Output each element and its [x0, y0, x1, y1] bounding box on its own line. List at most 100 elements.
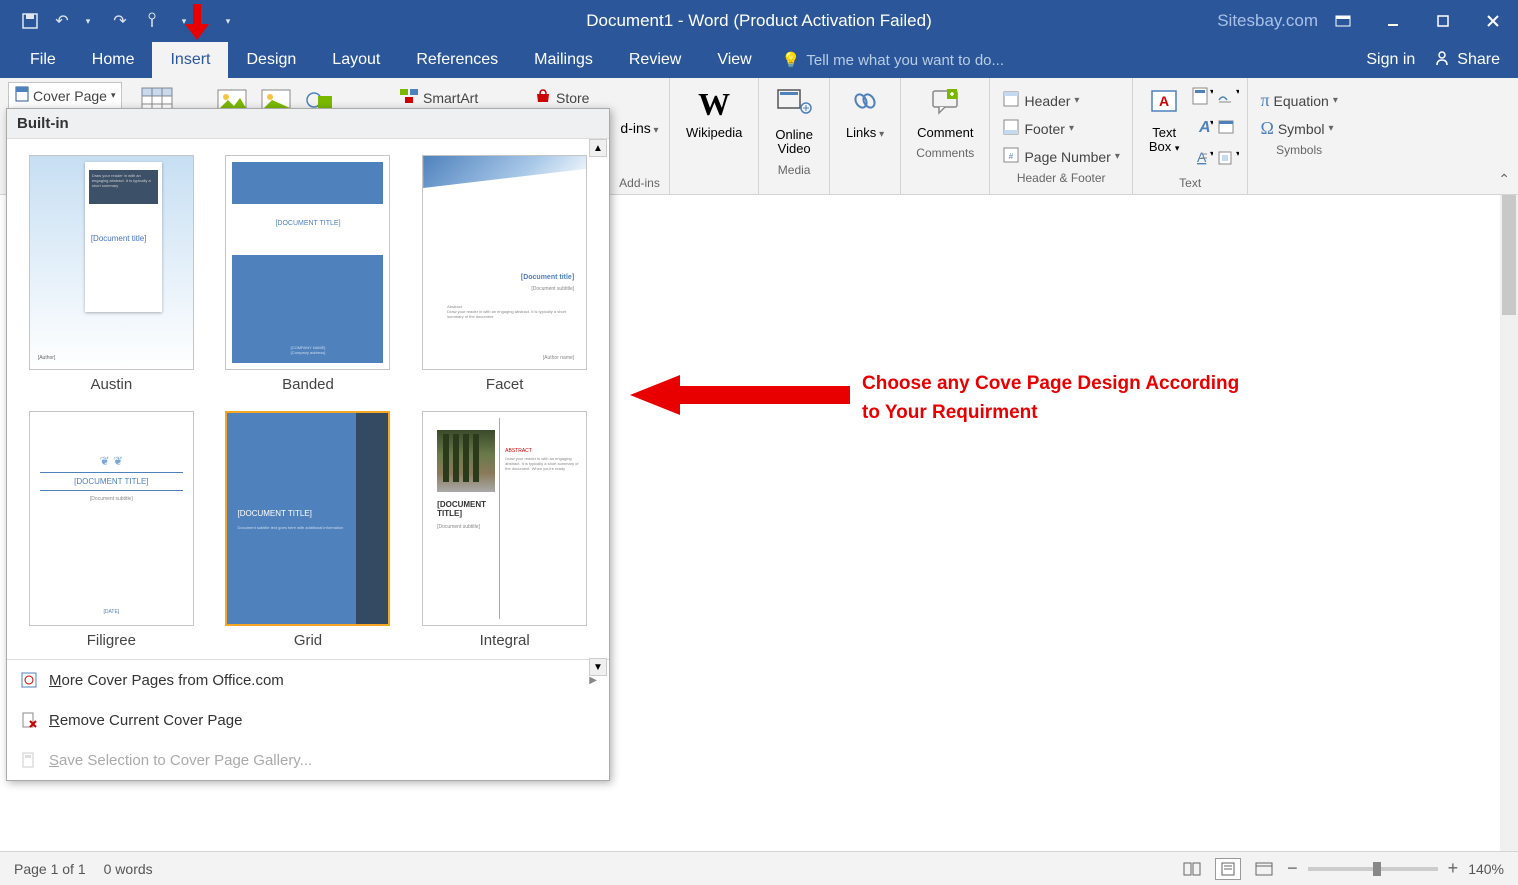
undo-icon[interactable]: ↶ — [50, 9, 74, 33]
symbol-button[interactable]: Ω Symbol — [1256, 116, 1341, 141]
sign-in-link[interactable]: Sign in — [1366, 51, 1415, 69]
tab-review[interactable]: Review — [611, 42, 699, 78]
vertical-scrollbar[interactable] — [1500, 195, 1518, 851]
gallery-label-facet: Facet — [486, 376, 524, 393]
gallery-item-filigree[interactable]: ❦ ❦ [DOCUMENT TITLE] [Document subtitle]… — [23, 411, 200, 649]
tell-me-search[interactable]: 💡 Tell me what you want to do... — [782, 42, 1004, 78]
header-button[interactable]: Header — [998, 88, 1123, 113]
office-com-icon — [19, 670, 39, 690]
online-video-icon — [776, 86, 812, 126]
tab-file[interactable]: File — [12, 42, 74, 78]
annotation-arrow-down-icon — [183, 2, 211, 42]
annotation-text: Choose any Cove Page Design According to… — [862, 370, 1262, 427]
gallery-item-banded[interactable]: [DOCUMENT TITLE] [COMPANY NAME][Company … — [220, 155, 397, 393]
footer-icon — [1002, 118, 1020, 139]
save-icon[interactable] — [18, 9, 42, 33]
close-icon[interactable] — [1468, 0, 1518, 42]
share-button[interactable]: Share — [1433, 49, 1500, 72]
gallery-section-header: Built-in — [7, 109, 609, 139]
tab-mailings[interactable]: Mailings — [516, 42, 611, 78]
zoom-out-icon[interactable]: − — [1287, 858, 1298, 879]
tab-home[interactable]: Home — [74, 42, 153, 78]
tab-view[interactable]: View — [699, 42, 769, 78]
symbol-icon: Ω — [1260, 118, 1273, 139]
svg-text:▾: ▾ — [1210, 149, 1213, 158]
equation-button[interactable]: π Equation — [1256, 88, 1341, 113]
svg-text:▾: ▾ — [1236, 149, 1239, 158]
more-cover-pages-item[interactable]: More Cover Pages from Office.com ▶ — [7, 660, 609, 700]
touch-mode-icon[interactable] — [140, 9, 164, 33]
cover-page-gallery: Built-in Draw your reader in with an eng… — [6, 108, 610, 781]
symbol-label: Symbol — [1278, 121, 1325, 137]
zoom-in-icon[interactable]: + — [1448, 858, 1459, 879]
page-number-button[interactable]: # Page Number — [998, 144, 1123, 169]
smartart-button[interactable]: SmartArt — [395, 86, 482, 109]
gallery-item-integral[interactable]: ABSTRACTDraw your reader in with an enga… — [416, 411, 593, 649]
save-selection-item: Save Selection to Cover Page Gallery... — [7, 740, 609, 780]
gallery-label-filigree: Filigree — [87, 632, 136, 649]
zoom-level[interactable]: 140% — [1468, 861, 1504, 877]
wikipedia-icon: W — [698, 86, 730, 123]
word-count[interactable]: 0 words — [104, 861, 153, 877]
scroll-up-icon[interactable]: ▲ — [589, 139, 607, 157]
redo-icon[interactable]: ↷ — [108, 9, 132, 33]
text-box-button[interactable]: A TextBox ▾ — [1141, 82, 1188, 159]
maximize-icon[interactable] — [1418, 0, 1468, 42]
drop-cap-icon[interactable]: A▾ — [1191, 148, 1213, 173]
ribbon-button-wikipedia[interactable]: W Wikipedia — [670, 78, 759, 194]
cover-page-label: Cover Page — [33, 88, 107, 104]
smartart-icon — [399, 88, 419, 107]
gallery-grid: Draw your reader in with an engaging abs… — [7, 139, 609, 659]
account-controls: Sign in Share — [1366, 42, 1518, 78]
store-button[interactable]: Store — [530, 86, 593, 109]
remove-cover-page-item[interactable]: Remove Current Cover Page — [7, 700, 609, 740]
window-title: Document1 - Word (Product Activation Fai… — [586, 11, 932, 31]
ribbon-group-comments: Comment Comments — [901, 78, 990, 194]
media-group-label: Media — [767, 161, 821, 179]
gallery-item-facet[interactable]: [Document title] [Document subtitle] Abs… — [416, 155, 593, 393]
tab-insert[interactable]: Insert — [152, 42, 228, 78]
collapse-ribbon-icon[interactable]: ⌃ — [1498, 171, 1510, 188]
links-button[interactable]: Links — [838, 82, 892, 144]
qat-customize-icon[interactable]: ▾ — [216, 9, 240, 33]
text-group-label: Text — [1141, 174, 1240, 192]
scroll-down-icon[interactable]: ▼ — [589, 658, 607, 676]
tab-layout[interactable]: Layout — [314, 42, 398, 78]
quick-parts-icon[interactable]: ▾ — [1191, 86, 1213, 111]
footer-button[interactable]: Footer — [998, 116, 1123, 141]
web-layout-icon[interactable] — [1251, 858, 1277, 880]
gallery-item-austin[interactable]: Draw your reader in with an engaging abs… — [23, 155, 200, 393]
read-mode-icon[interactable] — [1179, 858, 1205, 880]
ribbon-display-icon[interactable] — [1318, 0, 1368, 42]
svg-text:A: A — [1159, 93, 1169, 109]
svg-text:A: A — [1197, 149, 1207, 165]
minimize-icon[interactable] — [1368, 0, 1418, 42]
signature-line-icon[interactable]: ▾ — [1217, 86, 1239, 111]
addins-group-label: Add-ins — [618, 174, 661, 192]
gallery-scrollbar[interactable]: ▲ ▼ — [589, 139, 607, 676]
print-layout-icon[interactable] — [1215, 858, 1241, 880]
ribbon-group-addins: d-ins Add-ins — [610, 78, 670, 194]
tab-design[interactable]: Design — [228, 42, 314, 78]
thumb-facet: [Document title] [Document subtitle] Abs… — [422, 155, 587, 370]
page-indicator[interactable]: Page 1 of 1 — [14, 861, 86, 877]
zoom-slider[interactable] — [1308, 867, 1438, 871]
gallery-item-grid[interactable]: [DOCUMENT TITLE] Document subtitle text … — [220, 411, 397, 649]
undo-dropdown-icon[interactable]: ▾ — [76, 9, 100, 33]
tab-references[interactable]: References — [398, 42, 516, 78]
date-time-icon[interactable] — [1217, 117, 1239, 142]
cover-page-button[interactable]: Cover Page ▾ — [8, 82, 122, 109]
remove-page-icon — [19, 710, 39, 730]
wordart-icon[interactable]: A▾ — [1191, 117, 1213, 142]
header-icon — [1002, 90, 1020, 111]
gallery-label-grid: Grid — [294, 632, 322, 649]
window-controls — [1318, 0, 1518, 42]
thumb-integral: ABSTRACTDraw your reader in with an enga… — [422, 411, 587, 626]
addins-partial-label[interactable]: d-ins — [620, 120, 658, 136]
annotation-arrow-left-icon — [630, 370, 850, 420]
object-icon[interactable]: ▾ — [1217, 148, 1239, 173]
comment-button[interactable]: Comment — [909, 82, 981, 144]
svg-text:▾: ▾ — [1210, 118, 1213, 127]
online-video-button[interactable]: OnlineVideo — [767, 82, 821, 161]
scrollbar-thumb[interactable] — [1502, 195, 1516, 315]
